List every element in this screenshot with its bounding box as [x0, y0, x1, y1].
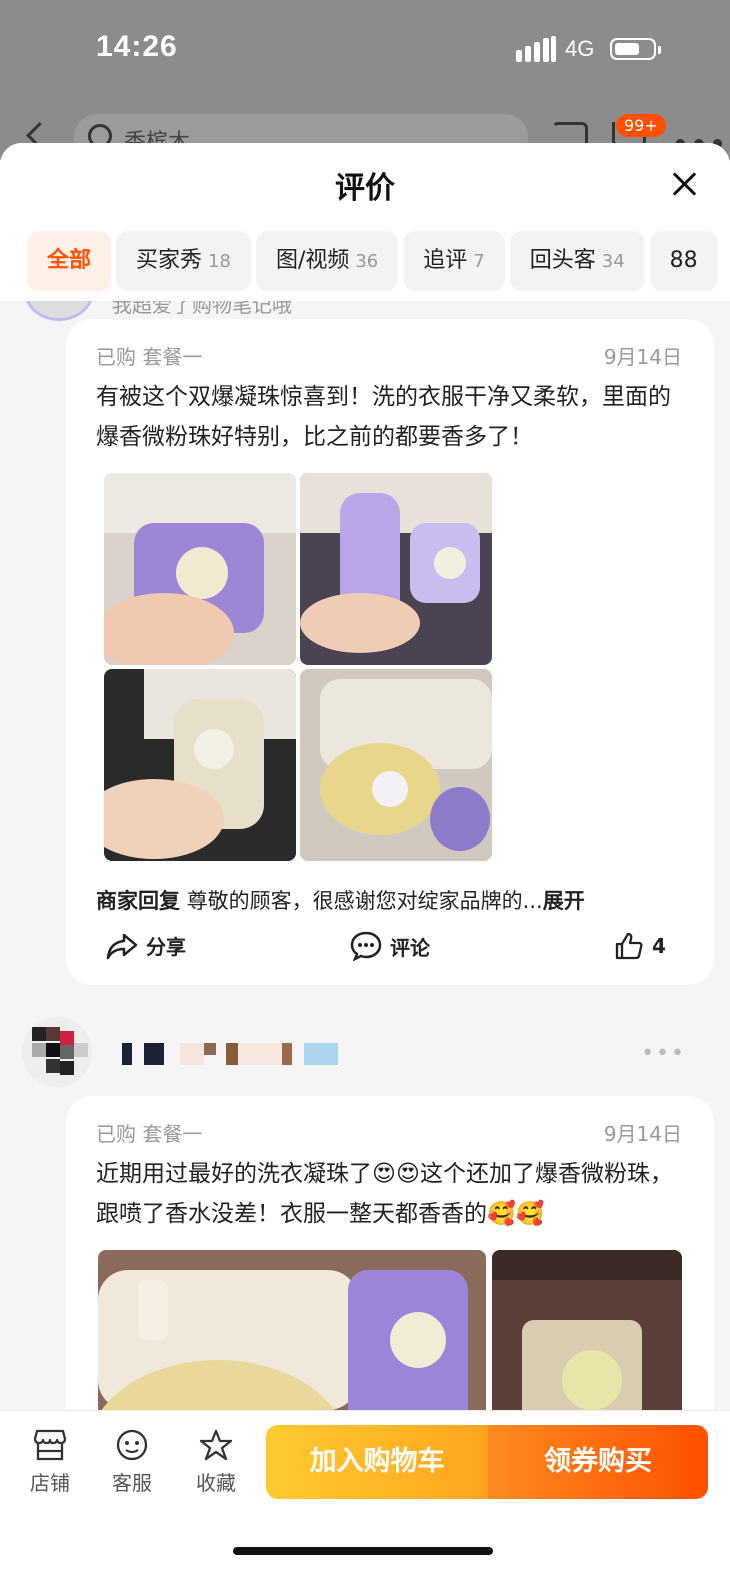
reviewer-name-blurred	[122, 1043, 338, 1065]
tab-count: 36	[355, 251, 379, 272]
reviews-sheet: 评价 全部 买家秀 18 图/视频 36 追评 7 回头客 34 88 我超爱了购物笔记哦 已购 …	[0, 143, 730, 1582]
tab-all[interactable]: 全部	[27, 231, 112, 291]
bottom-action-bar: 店铺 客服 收藏 加入购物车 领券购买	[0, 1410, 730, 1583]
store-icon	[33, 1429, 67, 1461]
status-bar: 14:26 4G	[0, 0, 730, 100]
review-image[interactable]	[104, 669, 296, 861]
tab-label: 买家秀	[136, 248, 203, 273]
review-filter-tabs: 全部 买家秀 18 图/视频 36 追评 7 回头客 34 88	[27, 231, 723, 291]
tab-follow-up[interactable]: 追评 7	[403, 231, 505, 291]
tab-repeat-customer[interactable]: 回头客 34	[509, 231, 645, 291]
tab-buyer-show[interactable]: 买家秀 18	[116, 231, 251, 291]
buy-with-coupon-button[interactable]: 领券购买	[488, 1425, 708, 1499]
store-label: 店铺	[30, 1471, 70, 1495]
review-date: 9月14日	[603, 1122, 682, 1146]
customer-service-button[interactable]: 客服	[102, 1429, 162, 1496]
customer-service-label: 客服	[112, 1471, 152, 1495]
tab-more[interactable]: 88	[649, 231, 718, 291]
thumbs-up-icon	[615, 932, 643, 960]
share-label: 分享	[146, 935, 186, 959]
share-icon	[106, 933, 138, 959]
add-to-cart-button[interactable]: 加入购物车	[266, 1425, 488, 1499]
review-card: 已购 套餐一 9月14日 有被这个双爆凝珠惊喜到！洗的衣服干净又柔软，里面的爆香…	[66, 319, 714, 985]
purchase-option: 已购 套餐一	[96, 345, 203, 369]
purchase-option: 已购 套餐一	[96, 1122, 203, 1146]
review-date: 9月14日	[603, 345, 682, 369]
review-text: 近期用过最好的洗衣凝珠了😍😍这个还加了爆香微粉珠，跟喷了香水没差！衣服一整天都香…	[96, 1161, 673, 1227]
favorite-button[interactable]: 收藏	[186, 1429, 246, 1496]
tab-label: 追评	[423, 248, 468, 273]
status-time: 14:26	[96, 30, 178, 63]
network-type: 4G	[565, 36, 595, 61]
comment-button[interactable]: 评论	[350, 931, 430, 961]
close-icon[interactable]	[670, 169, 700, 199]
battery-icon	[610, 38, 661, 60]
like-count: 4	[652, 934, 666, 958]
tab-count: 34	[601, 251, 625, 272]
tab-label: 全部	[47, 248, 92, 273]
more-options-icon[interactable]: •••	[641, 1041, 686, 1066]
merchant-reply-text: 尊敬的顾客，很感谢您对绽家品牌的...	[186, 889, 543, 913]
sheet-title: 评价	[335, 171, 395, 206]
avatar[interactable]	[22, 1017, 92, 1087]
merchant-reply[interactable]: 商家回复 尊敬的顾客，很感谢您对绽家品牌的...展开	[96, 885, 585, 915]
signal-icon	[516, 36, 556, 62]
comment-label: 评论	[390, 935, 430, 960]
review-image[interactable]	[300, 669, 492, 861]
review-image[interactable]	[104, 473, 296, 665]
reviewer-row: •••	[0, 1017, 730, 1089]
share-button[interactable]: 分享	[106, 931, 186, 960]
review-text: 有被这个双爆凝珠惊喜到！洗的衣服干净又柔软，里面的爆香微粉珠好特别，比之前的都要…	[96, 384, 671, 450]
like-button[interactable]: 4	[614, 931, 666, 961]
comment-icon	[350, 931, 382, 961]
favorite-label: 收藏	[196, 1471, 236, 1495]
sheet-header: 评价 全部 买家秀 18 图/视频 36 追评 7 回头客 34 88	[0, 143, 730, 301]
tab-photo-video[interactable]: 图/视频 36	[255, 231, 399, 291]
tab-label: 回头客	[529, 248, 596, 273]
previous-review-edge: 我超爱了购物笔记哦	[0, 301, 730, 321]
review-image[interactable]	[300, 473, 492, 665]
star-icon	[199, 1429, 233, 1461]
customer-service-icon	[116, 1429, 148, 1461]
expand-link[interactable]: 展开	[543, 889, 585, 913]
home-indicator	[233, 1547, 493, 1555]
tab-count: 18	[208, 251, 231, 272]
merchant-reply-label: 商家回复	[96, 889, 180, 913]
tab-label: 图/视频	[275, 248, 350, 273]
tab-count: 7	[473, 251, 485, 272]
cart-badge: 99+	[616, 114, 666, 137]
previous-review-text: 我超爱了购物笔记哦	[112, 301, 292, 317]
store-button[interactable]: 店铺	[20, 1429, 80, 1496]
review-actions: 分享 评论 4	[66, 931, 714, 975]
tab-label: 88	[669, 248, 698, 273]
avatar	[24, 301, 94, 321]
